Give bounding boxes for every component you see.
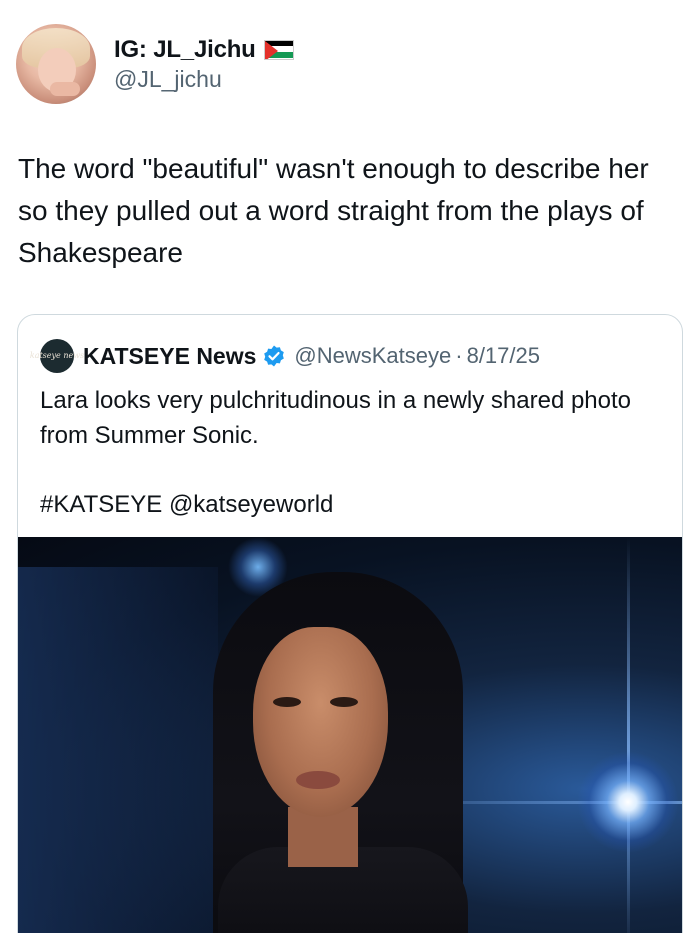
- avatar-hand: [50, 82, 80, 96]
- quoted-photo[interactable]: [18, 537, 682, 933]
- verified-badge-icon: [264, 345, 285, 367]
- user-handle[interactable]: @JL_jichu: [114, 66, 294, 93]
- name-row: IG: JL_Jichu: [114, 36, 294, 64]
- quoted-display-name[interactable]: KATSEYE News: [83, 343, 256, 370]
- quoted-tweet-tags[interactable]: #KATSEYE @katseyeworld: [40, 487, 333, 522]
- quoted-tweet-text: Lara looks very pulchritudinous in a new…: [40, 387, 632, 449]
- quoted-handle[interactable]: @NewsKatseye: [294, 343, 451, 369]
- tweet-text: The word "beautiful" wasn't enough to de…: [18, 153, 649, 268]
- quoted-tweet[interactable]: katseye news KATSEYE News @NewsKatseye ·…: [17, 314, 683, 933]
- avatar[interactable]: [16, 24, 96, 104]
- display-name[interactable]: IG: JL_Jichu: [114, 36, 256, 64]
- quoted-avatar[interactable]: katseye news: [30, 339, 84, 373]
- quoted-avatar-text: katseye news: [29, 351, 85, 360]
- quoted-date[interactable]: 8/17/25: [467, 343, 540, 369]
- separator-dot: ·: [455, 343, 463, 368]
- author-info: IG: JL_Jichu @JL_jichu: [114, 36, 294, 93]
- tweet-header: IG: JL_Jichu @JL_jichu: [16, 22, 294, 106]
- palestine-flag-icon: [263, 39, 294, 60]
- quoted-tweet-header: katseye news KATSEYE News @NewsKatseye ·…: [30, 339, 540, 373]
